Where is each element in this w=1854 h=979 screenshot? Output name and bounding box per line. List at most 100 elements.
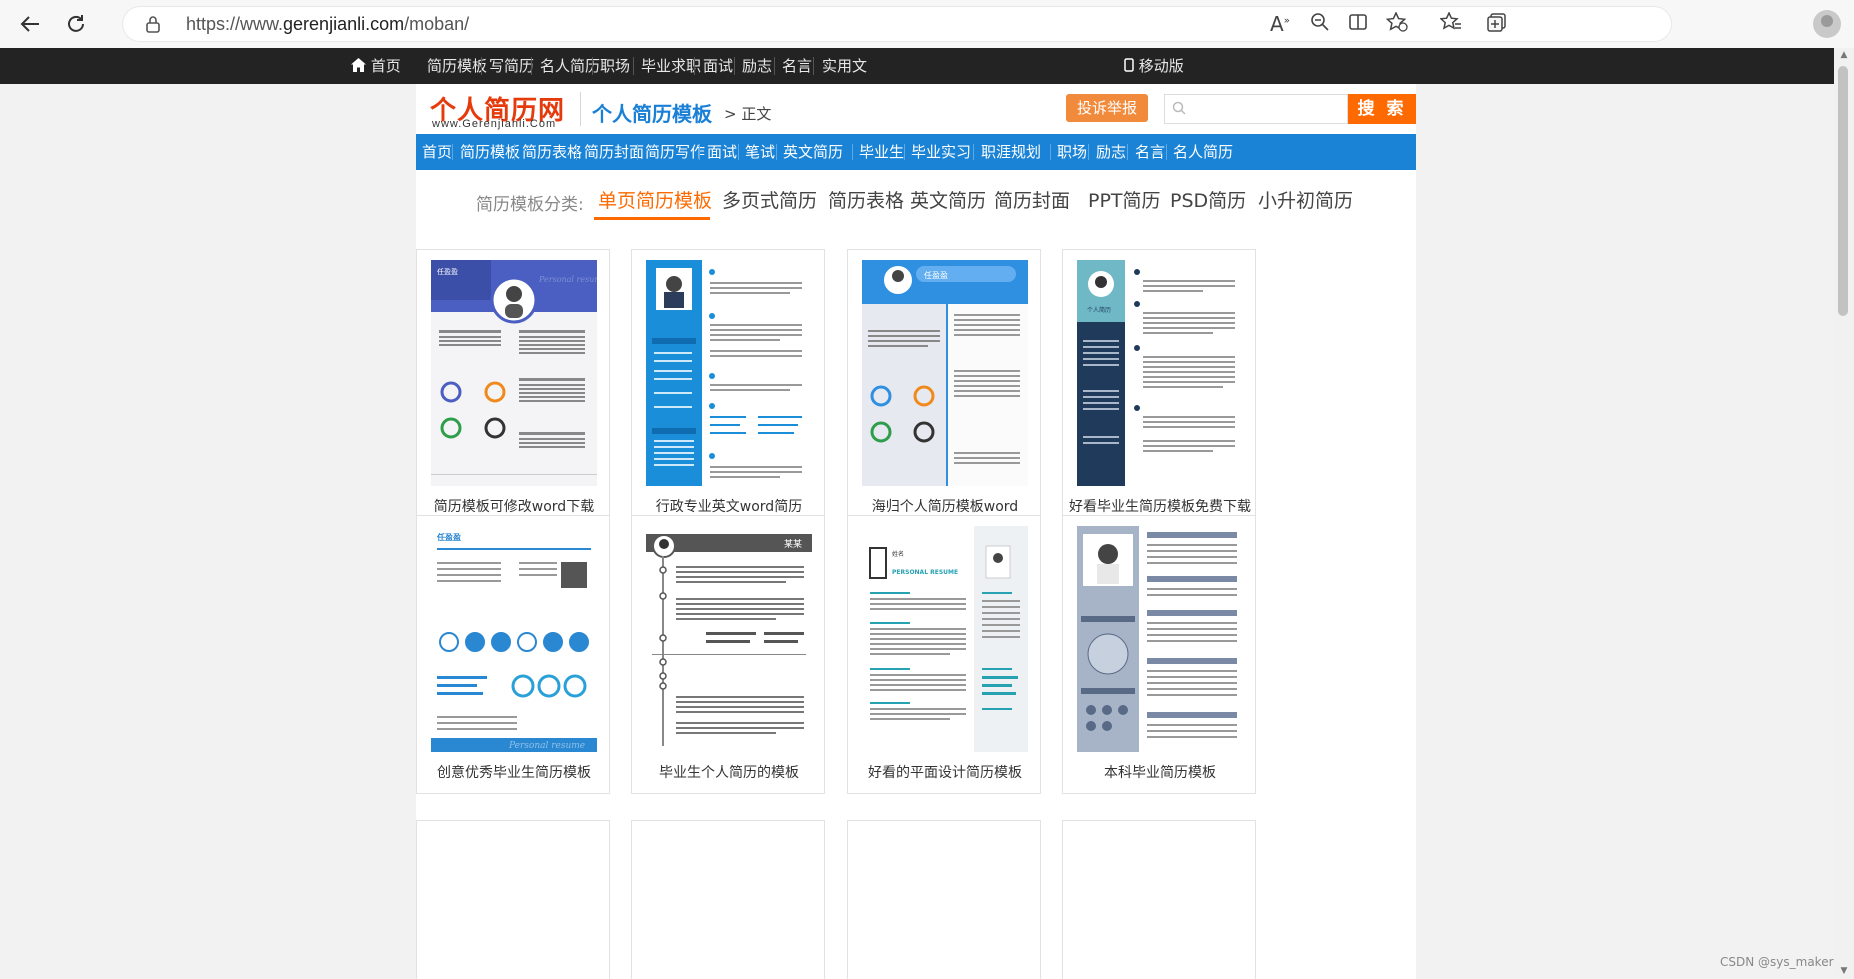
template-card[interactable]	[416, 820, 610, 979]
template-title[interactable]: 好看的平面设计简历模板	[848, 762, 1042, 782]
template-card[interactable]: 某某 毕业生个人简历的模板	[631, 515, 825, 794]
topbar-item[interactable]: 写简历	[489, 48, 534, 84]
nav-item[interactable]: 名言	[1135, 134, 1165, 170]
nav-item[interactable]: 励志	[1096, 134, 1126, 170]
nav-item[interactable]: 职场	[1057, 134, 1087, 170]
profile-avatar[interactable]	[1813, 10, 1841, 38]
template-title[interactable]: 简历模板可修改word下载	[417, 496, 611, 516]
topbar-item[interactable]: 实用文	[822, 48, 867, 84]
reader-view-icon[interactable]	[1348, 12, 1368, 37]
scrollbar-thumb[interactable]	[1838, 66, 1848, 316]
template-thumbnail[interactable]: 姓名 PERSONAL RESUME	[862, 526, 1028, 752]
thumb-banner: Personal resume	[538, 275, 597, 284]
search-input[interactable]	[1193, 98, 1347, 122]
category-tab[interactable]: 小升初简历	[1258, 186, 1353, 213]
template-thumbnail[interactable]: 任盈盈 Personal resume	[431, 260, 597, 486]
template-title[interactable]: 创意优秀毕业生简历模板	[417, 762, 611, 782]
template-card[interactable]: 个人简历 好看毕业生简历模板免费下载	[1062, 249, 1256, 528]
read-aloud-icon[interactable]: A»	[1270, 12, 1290, 36]
category-tab[interactable]: PPT简历	[1088, 186, 1161, 213]
nav-item[interactable]: 毕业实习	[911, 134, 971, 170]
thumb-name: PERSONAL RESUME	[892, 569, 958, 576]
template-thumbnail[interactable]: 某某	[646, 526, 812, 752]
template-card[interactable]: 任盈盈 海归个人简历模板word	[847, 249, 1041, 528]
nav-item[interactable]: 简历写作	[645, 134, 705, 170]
add-favorite-icon[interactable]	[1385, 11, 1408, 37]
section-title[interactable]: 个人简历模板	[592, 98, 712, 127]
mobile-icon	[1124, 58, 1134, 72]
template-title[interactable]: 好看毕业生简历模板免费下载	[1063, 496, 1257, 516]
category-tab[interactable]: 简历表格	[828, 186, 904, 213]
category-tab[interactable]: 简历封面	[994, 186, 1070, 213]
template-thumbnail[interactable]: 任盈盈 Personal resume	[431, 526, 597, 752]
template-card[interactable]: 本科毕业简历模板	[1062, 515, 1256, 794]
topbar-mobile[interactable]: 移动版	[1124, 48, 1184, 84]
nav-item[interactable]: 面试	[707, 134, 737, 170]
template-title[interactable]: 行政专业英文word简历	[632, 496, 826, 516]
category-tab[interactable]: 英文简历	[910, 186, 986, 213]
template-title[interactable]: 海归个人简历模板word	[848, 496, 1042, 516]
favorites-icon[interactable]	[1439, 11, 1462, 37]
template-card[interactable]	[847, 820, 1041, 979]
template-card[interactable]: 姓名 PERSONAL RESUME 好看的平面设计简历模板	[847, 515, 1041, 794]
active-tab-underline	[594, 217, 710, 220]
home-icon	[351, 58, 366, 72]
browser-toolbar: https://www.gerenjianli.com/moban/ A»	[0, 0, 1854, 49]
category-tab[interactable]: PSD简历	[1170, 186, 1246, 213]
thumb-name: 个人简历	[1087, 306, 1111, 314]
template-card[interactable]: 任盈盈 Personal resume 简历模板可修改word下载	[416, 249, 610, 528]
topbar-home[interactable]: 首页	[351, 48, 401, 84]
lock-icon[interactable]	[144, 15, 162, 33]
site-logo[interactable]: 个人简历网 www.Gerenjianli.Com	[430, 90, 570, 130]
search-icon	[1172, 100, 1190, 118]
category-label: 简历模板分类:	[476, 195, 584, 215]
nav-item[interactable]: 毕业生	[859, 134, 904, 170]
topbar-item[interactable]: 名人简历	[540, 48, 600, 84]
vertical-scrollbar[interactable]: ▲ ▼	[1834, 48, 1854, 979]
template-title[interactable]: 本科毕业简历模板	[1063, 762, 1257, 782]
refresh-icon[interactable]	[60, 8, 92, 40]
category-tab[interactable]: 多页式简历	[722, 186, 817, 213]
template-thumbnail[interactable]	[646, 260, 812, 486]
thumb-name: 某某	[784, 539, 802, 550]
topbar-item[interactable]: 简历模板	[427, 48, 487, 84]
thumb-name: 任盈盈	[437, 267, 458, 276]
nav-item[interactable]: 简历表格	[522, 134, 582, 170]
thumb-banner: Personal resume	[508, 741, 585, 751]
template-thumbnail[interactable]: 个人简历	[1077, 260, 1243, 486]
zoom-icon[interactable]	[1310, 12, 1330, 37]
topbar-item[interactable]: 名言	[782, 48, 812, 84]
nav-item[interactable]: 职涯规划	[981, 134, 1041, 170]
svg-text:姓名: 姓名	[892, 550, 904, 558]
template-title[interactable]: 毕业生个人简历的模板	[632, 762, 826, 782]
nav-item[interactable]: 首页	[422, 134, 452, 170]
nav-item[interactable]: 简历封面	[584, 134, 644, 170]
main-nav: 首页 简历模板 简历表格 简历封面 简历写作 面试 笔试 英文简历 毕业生 毕业…	[416, 134, 1416, 170]
site-header: 个人简历网 www.Gerenjianli.Com 个人简历模板 > 正文 投诉…	[416, 84, 1416, 134]
search-box	[1164, 94, 1348, 124]
scroll-down-icon[interactable]: ▼	[1837, 966, 1851, 976]
report-button[interactable]: 投诉举报	[1066, 94, 1148, 122]
back-icon[interactable]	[14, 8, 46, 40]
template-thumbnail[interactable]: 任盈盈	[862, 260, 1028, 486]
search-button[interactable]: 搜 索	[1348, 94, 1416, 124]
topbar-item[interactable]: 职场	[600, 48, 630, 84]
template-thumbnail[interactable]	[1077, 526, 1243, 752]
nav-item[interactable]: 名人简历	[1173, 134, 1233, 170]
template-card[interactable]: 行政专业英文word简历	[631, 249, 825, 528]
template-card[interactable]	[1062, 820, 1256, 979]
template-card[interactable]	[631, 820, 825, 979]
nav-item[interactable]: 英文简历	[783, 134, 843, 170]
template-card[interactable]: 任盈盈 Personal resume 创意优秀毕业生简历模板	[416, 515, 610, 794]
topbar-item[interactable]: 毕业求职	[641, 48, 701, 84]
url-text: https://www.gerenjianli.com/moban/	[186, 14, 470, 34]
category-tab-active[interactable]: 单页简历模板	[598, 186, 712, 213]
topbar-item[interactable]: 面试	[703, 48, 733, 84]
scroll-up-icon[interactable]: ▲	[1837, 50, 1851, 60]
topbar-item[interactable]: 励志	[742, 48, 772, 84]
page-content: 个人简历网 www.Gerenjianli.Com 个人简历模板 > 正文 投诉…	[416, 84, 1416, 979]
topbar-mobile-label: 移动版	[1138, 57, 1184, 75]
nav-item[interactable]: 笔试	[745, 134, 775, 170]
collections-icon[interactable]	[1486, 12, 1508, 37]
nav-item[interactable]: 简历模板	[460, 134, 520, 170]
